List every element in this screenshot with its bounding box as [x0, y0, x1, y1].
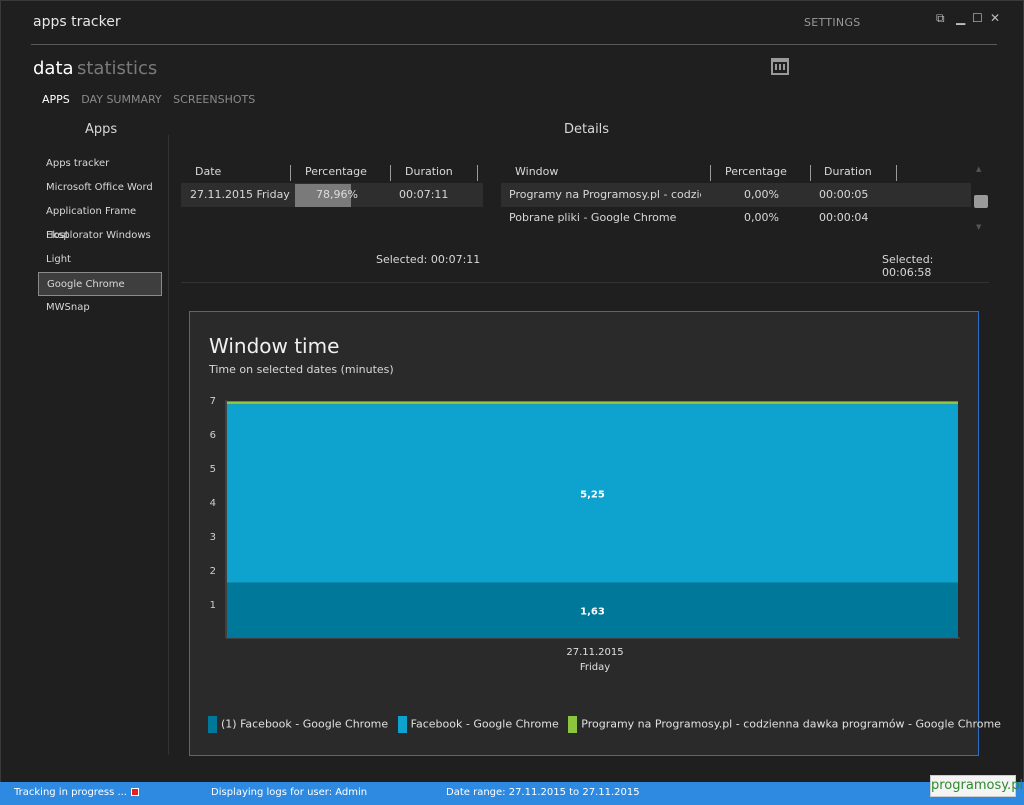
column-header-duration[interactable]: Duration [405, 163, 453, 181]
window-cell: Pobrane pliki - Google Chrome [509, 211, 677, 224]
list-item[interactable]: Light [38, 248, 162, 272]
column-separator[interactable] [290, 165, 291, 181]
percentage-cell: 0,00% [744, 211, 779, 224]
apps-heading: Apps [85, 122, 118, 137]
column-header-duration[interactable]: Duration [824, 163, 872, 181]
x-tick-label-date: 27.11.2015 [566, 647, 623, 658]
y-tick-label: 6 [210, 430, 216, 441]
window-time-chart: Window time Time on selected dates (minu… [189, 311, 1001, 756]
list-item[interactable]: MWSnap [38, 296, 162, 320]
window-cell: Programy na Programosy.pl - codzie [509, 188, 701, 201]
date-cell: 27.11.2015 Friday [190, 188, 290, 201]
data-label: 1,63 [580, 606, 605, 617]
column-header-percentage[interactable]: Percentage [725, 163, 787, 181]
windows-table: Window Percentage Duration Programy na P… [501, 163, 971, 279]
chart-legend: (1) Facebook - Google Chrome Facebook - … [208, 716, 1007, 733]
y-tick-label: 2 [210, 566, 216, 577]
tab-bar: APPS DAY SUMMARY SCREENSHOTS [42, 93, 263, 106]
legend-item[interactable]: Programy na Programosy.pl - codzienna da… [568, 716, 1001, 733]
restore-icon[interactable]: ⧉ [936, 11, 945, 25]
data-label: 5,25 [580, 489, 605, 500]
panel-divider [168, 135, 169, 755]
legend-swatch [397, 716, 407, 733]
column-separator[interactable] [710, 165, 711, 181]
status-bar: Tracking in progress ... Displaying logs… [0, 782, 1024, 805]
date-range-status: Date range: 27.11.2015 to 27.11.2015 [446, 787, 640, 798]
maximize-icon[interactable]: ☐ [972, 11, 983, 25]
percentage-cell: 78,96% [316, 188, 358, 201]
title-bar[interactable]: apps tracker SETTINGS ⧉ ▁ ☐ ✕ [1, 1, 1023, 45]
area-series-3[interactable] [227, 401, 958, 405]
windows-selected-total: Selected: 00:06:58 [882, 253, 934, 279]
column-header-window[interactable]: Window [515, 163, 558, 181]
details-heading: Details [564, 122, 610, 137]
legend-item[interactable]: (1) Facebook - Google Chrome [208, 716, 388, 733]
x-tick-label-day: Friday [580, 662, 610, 673]
scrollbar-thumb[interactable] [974, 195, 988, 208]
dates-table: Date Percentage Duration 27.11.2015 Frid… [181, 163, 483, 266]
list-item-selected[interactable]: Google Chrome [38, 272, 162, 296]
legend-label: Programy na Programosy.pl - codzienna da… [581, 717, 1001, 731]
tab-screenshots[interactable]: SCREENSHOTS [173, 93, 255, 106]
tab-day-summary[interactable]: DAY SUMMARY [81, 93, 161, 106]
recording-indicator-icon[interactable] [131, 788, 139, 796]
scroll-down-arrow-icon[interactable]: ▼ [976, 223, 981, 231]
tracking-status: Tracking in progress ... [14, 787, 139, 798]
app-title: apps tracker [33, 14, 121, 30]
data-section-label[interactable]: data [33, 58, 74, 79]
brand-logo: programosy.pl [930, 775, 1023, 797]
column-header-date[interactable]: Date [195, 163, 221, 181]
main-window: apps tracker SETTINGS ⧉ ▁ ☐ ✕ data stati… [0, 0, 1024, 805]
calendar-icon[interactable] [771, 58, 789, 75]
column-separator[interactable] [810, 165, 811, 181]
legend-swatch [568, 716, 578, 733]
list-item[interactable]: Apps tracker [38, 152, 162, 176]
column-separator[interactable] [896, 165, 897, 181]
list-item[interactable]: Microsoft Office Word [38, 176, 162, 200]
duration-cell: 00:00:05 [819, 188, 869, 201]
legend-item[interactable]: Facebook - Google Chrome [397, 716, 559, 733]
y-tick-label: 4 [210, 498, 216, 509]
table-row[interactable]: Programy na Programosy.pl - codzie 0,00%… [501, 183, 971, 207]
legend-swatch [208, 716, 217, 733]
column-separator[interactable] [477, 165, 478, 181]
duration-cell: 00:00:04 [819, 211, 869, 224]
title-divider [31, 44, 997, 45]
y-tick-label: 3 [210, 532, 216, 543]
scroll-up-arrow-icon[interactable]: ▲ [976, 165, 981, 173]
tracking-status-text: Tracking in progress ... [14, 787, 127, 798]
column-header-percentage[interactable]: Percentage [305, 163, 367, 181]
close-icon[interactable]: ✕ [990, 11, 1000, 25]
list-item[interactable]: Eksplorator Windows [38, 224, 162, 248]
tab-apps[interactable]: APPS [42, 93, 70, 106]
legend-label: Facebook - Google Chrome [410, 717, 559, 731]
y-tick-label: 1 [210, 600, 216, 611]
chart-plot: 1 2 3 4 5 6 7 1,63 5,25 27.11.2015 Friday [210, 396, 960, 673]
column-separator[interactable] [390, 165, 391, 181]
minimize-icon[interactable]: ▁ [956, 11, 965, 25]
percentage-cell: 0,00% [744, 188, 779, 201]
y-tick-label: 7 [210, 396, 216, 407]
user-status: Displaying logs for user: Admin [211, 787, 368, 798]
list-item[interactable]: Application Frame Host [38, 200, 162, 241]
apps-list: Apps tracker Microsoft Office Word Appli… [38, 152, 162, 320]
table-row[interactable]: Pobrane pliki - Google Chrome 0,00% 00:0… [501, 206, 971, 230]
dates-selected-total: Selected: 00:07:11 [376, 253, 481, 266]
statistics-section-label[interactable]: statistics [77, 58, 157, 79]
duration-cell: 00:07:11 [399, 188, 449, 201]
settings-link[interactable]: SETTINGS [804, 16, 861, 29]
y-tick-label: 5 [210, 464, 216, 475]
table-row[interactable]: 27.11.2015 Friday 78,96% 00:07:11 [181, 183, 483, 207]
section-divider [181, 282, 989, 283]
legend-label: (1) Facebook - Google Chrome [221, 717, 389, 731]
